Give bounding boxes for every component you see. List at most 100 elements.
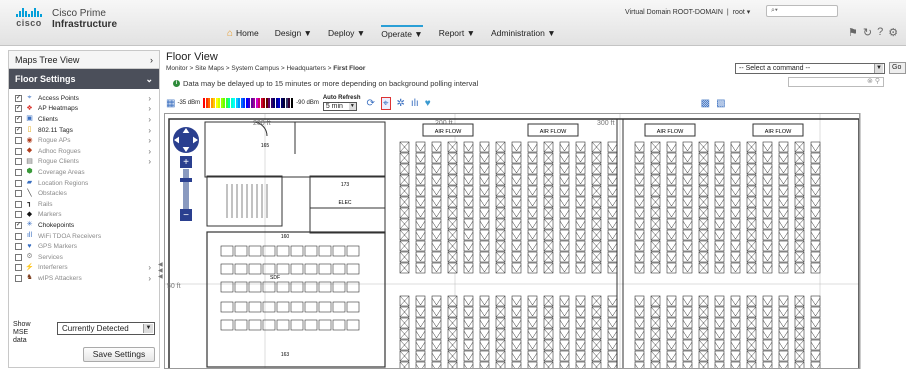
chevron-right-icon[interactable]: › — [148, 157, 151, 166]
zoom-in-icon[interactable]: + — [183, 157, 189, 168]
layer-checkbox[interactable] — [15, 232, 22, 240]
layer-checkbox[interactable] — [15, 243, 22, 251]
nav-design[interactable]: Design ▼ — [275, 25, 312, 41]
layer-checkbox[interactable]: ✓ — [15, 221, 22, 229]
client-tool-icon[interactable]: ✲ — [397, 98, 405, 109]
layer-item[interactable]: ▰ Location Regions — [9, 178, 159, 189]
layer-checkbox[interactable]: ✓ — [15, 105, 22, 113]
layer-item[interactable]: ◉ Rogue APs › — [9, 135, 159, 146]
layer-checkbox[interactable] — [15, 190, 22, 198]
layer-item[interactable]: ┓ Rails — [9, 199, 159, 210]
layer-item[interactable]: ⚡ Interferers › — [9, 263, 159, 274]
chevron-right-icon[interactable]: › — [148, 136, 151, 145]
breadcrumb-path[interactable]: Monitor > Site Maps > System Campus > He… — [166, 65, 333, 72]
dropdown-arrow-icon: ▼ — [143, 324, 153, 333]
layer-item[interactable]: ✓ ▯ 802.11 Tags › — [9, 125, 159, 136]
layer-item[interactable]: ✓ ⌖ Access Points › — [9, 93, 159, 104]
floor-settings-header[interactable]: Floor Settings ⌄ — [9, 69, 159, 89]
chevron-right-icon[interactable]: › — [148, 126, 151, 135]
chevron-right-icon[interactable]: › — [148, 147, 151, 156]
save-settings-button[interactable]: Save Settings — [83, 347, 155, 362]
page-title: Floor View — [166, 51, 218, 63]
mse-data-select[interactable]: Currently Detected ▼ — [57, 322, 155, 335]
rssi-color-scale — [203, 98, 293, 108]
layer-checkbox[interactable] — [15, 200, 22, 208]
chevron-right-icon[interactable]: › — [148, 104, 151, 113]
layer-label: AP Heatmaps — [38, 105, 78, 113]
refresh-map-icon[interactable]: ⟳ — [367, 98, 375, 109]
layer-checkbox[interactable] — [15, 168, 22, 176]
layer-checkbox[interactable]: ✓ — [15, 126, 22, 134]
chevron-right-icon[interactable]: › — [148, 115, 151, 124]
collapse-sidebar-icon[interactable]: ◀ ◀ ◀ — [158, 262, 163, 280]
map-search-input[interactable]: ⊗ ⚲ — [788, 77, 884, 87]
air-flow-label: AIR FLOW — [765, 129, 792, 135]
refresh-interval-select[interactable]: 5 min ▼ — [322, 102, 357, 111]
zoom-slider[interactable]: + − — [180, 156, 192, 221]
nav-operate-label: Operate ▼ — [381, 29, 423, 39]
layer-item[interactable]: ✓ ✳ Chokepoints — [9, 220, 159, 231]
layer-checkbox[interactable] — [15, 274, 22, 282]
layer-item[interactable]: ♥ GPS Markers — [9, 241, 159, 252]
layer-checkbox[interactable] — [15, 264, 22, 272]
heatmap-icon: ❖ — [26, 104, 33, 112]
show-mse-label: Show MSE data — [13, 321, 31, 344]
zoom-out-icon[interactable]: − — [183, 210, 189, 221]
full-screen-icon[interactable]: ▧ — [716, 98, 725, 109]
layer-label: Services — [38, 253, 63, 261]
nav-deploy[interactable]: Deploy ▼ — [328, 25, 365, 41]
search-icon[interactable]: ⚲ — [875, 78, 880, 85]
layer-label: Rogue Clients — [38, 158, 79, 166]
rail-icon: ┓ — [27, 200, 32, 208]
layer-checkbox[interactable] — [15, 147, 22, 155]
mse-data-value: Currently Detected — [62, 324, 129, 333]
layer-checkbox[interactable]: ✓ — [15, 115, 22, 123]
flag-icon[interactable]: ⚑ — [848, 26, 858, 39]
help-icon[interactable]: ? — [877, 26, 883, 39]
location-tool-icon[interactable]: ♥ — [425, 98, 431, 109]
layer-label: wIPS Attackers — [38, 274, 82, 282]
layer-item[interactable]: ♞ wIPS Attackers › — [9, 273, 159, 284]
nav-operate[interactable]: Operate ▼ — [381, 25, 423, 41]
layer-item[interactable]: ◆ Adhoc Rogues › — [9, 146, 159, 157]
heatmap-view-icon[interactable]: ▩ — [701, 98, 710, 109]
rssi-min-label: -35 dBm — [177, 100, 201, 106]
layer-item[interactable]: ▤ Rogue Clients › — [9, 157, 159, 168]
nav-report[interactable]: Report ▼ — [439, 25, 475, 41]
floor-map[interactable]: 165 173 ELEC 160 SDF 163 200 ft 200 ft 3… — [164, 113, 860, 369]
clear-icon[interactable]: ⊗ — [867, 78, 873, 85]
room-label: 173 — [341, 182, 350, 188]
chevron-right-icon: › — [150, 55, 153, 65]
layer-checkbox[interactable] — [15, 211, 22, 219]
gear-icon[interactable]: ⚙ — [888, 26, 898, 39]
layer-checkbox[interactable] — [15, 158, 22, 166]
pan-control[interactable] — [173, 127, 199, 153]
global-search-input[interactable]: ⌕▾ — [766, 5, 838, 17]
layer-checkbox[interactable] — [15, 137, 22, 145]
layer-checkbox[interactable] — [15, 179, 22, 187]
nav-administration[interactable]: Administration ▼ — [491, 25, 556, 41]
rssi-max-label: -90 dBm — [296, 100, 319, 106]
layer-item[interactable]: ╲ Obstacles — [9, 188, 159, 199]
layer-item[interactable]: ◆ Markers — [9, 210, 159, 221]
layer-checkbox[interactable] — [15, 253, 22, 261]
command-select[interactable]: -- Select a command -- ▼ — [735, 63, 885, 74]
user-menu[interactable]: root ▾ — [733, 8, 751, 16]
chevron-right-icon[interactable]: › — [148, 274, 151, 283]
layer-item[interactable]: ✓ ❖ AP Heatmaps › — [9, 104, 159, 115]
signal-tool-icon[interactable]: ılı — [411, 98, 419, 109]
layer-item[interactable]: ⚙ Services — [9, 252, 159, 263]
layer-checkbox[interactable]: ✓ — [15, 94, 22, 102]
layer-item[interactable]: ıll WiFi TDOA Receivers — [9, 231, 159, 242]
maps-tree-view-header[interactable]: Maps Tree View › — [9, 51, 159, 69]
chevron-right-icon[interactable]: › — [148, 263, 151, 272]
refresh-icon[interactable]: ↻ — [863, 26, 872, 39]
layer-item[interactable]: ⬢ Coverage Areas — [9, 167, 159, 178]
go-button[interactable]: Go — [889, 62, 906, 74]
nav-home[interactable]: ⌂ Home — [227, 25, 259, 41]
access-point-tool-icon[interactable]: ⌖ — [380, 96, 391, 110]
layer-item[interactable]: ✓ ▣ Clients › — [9, 114, 159, 125]
cisco-logo[interactable]: cisco Cisco Prime Infrastructure — [10, 8, 117, 30]
grid-icon[interactable]: ▦ — [166, 98, 175, 109]
chevron-right-icon[interactable]: › — [148, 94, 151, 103]
